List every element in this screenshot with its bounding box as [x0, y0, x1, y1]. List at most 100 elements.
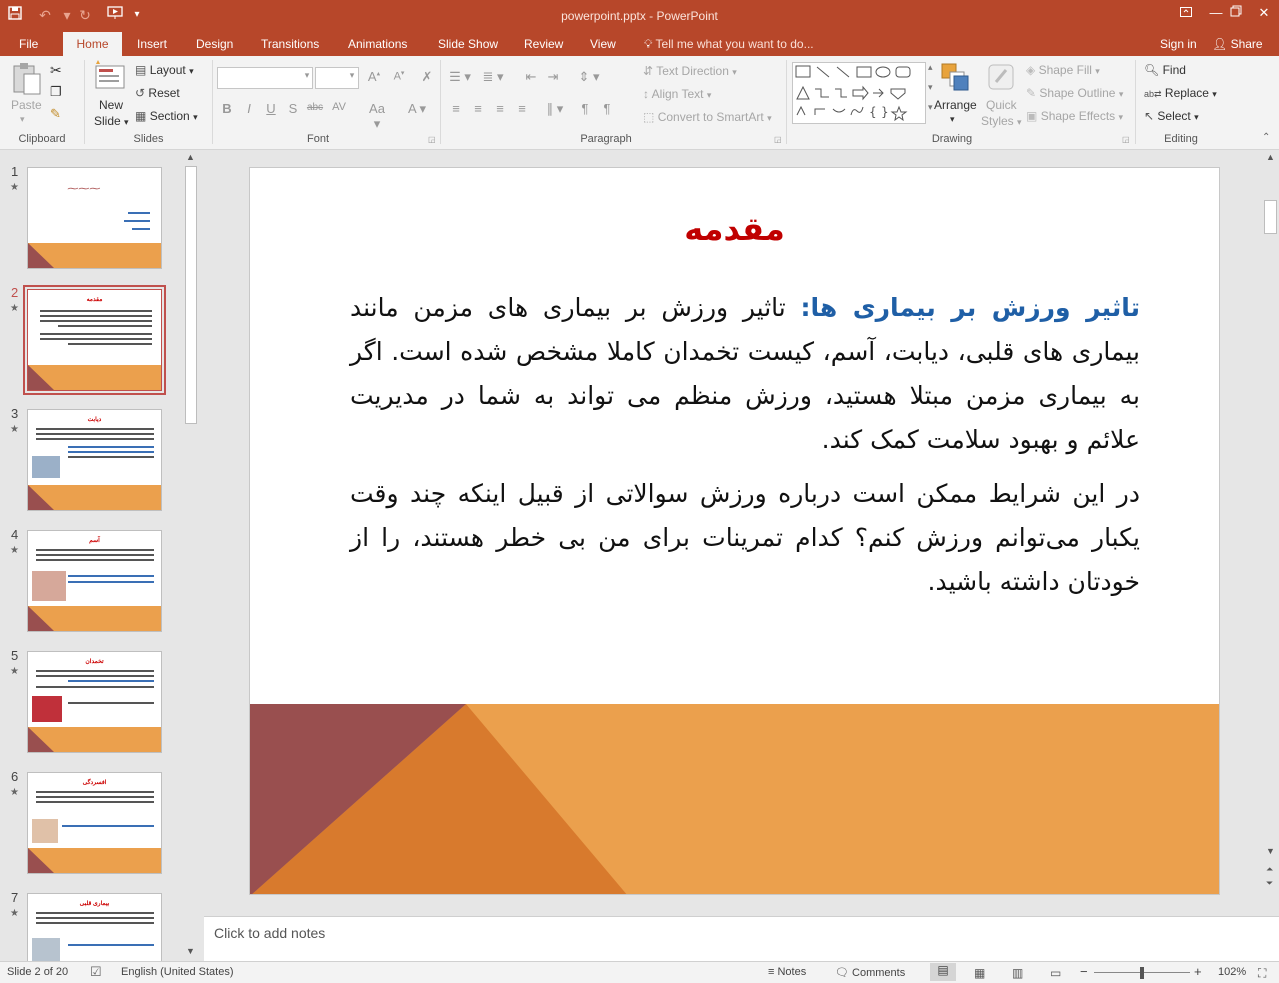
- slide-canvas[interactable]: مقدمه تاثیر ورزش بر بیماری ها: تاثیر ورز…: [249, 167, 1220, 895]
- thumbnail-scrollbar[interactable]: ▲ ▼: [183, 150, 199, 961]
- share-button[interactable]: 👤︎ Share: [1206, 32, 1263, 56]
- paste-dropdown-icon[interactable]: ▾: [20, 114, 25, 125]
- clear-formatting-icon[interactable]: ✗: [418, 69, 436, 85]
- format-painter-icon[interactable]: ✎: [50, 106, 61, 122]
- strikethrough-icon[interactable]: abc: [306, 102, 324, 113]
- cut-icon[interactable]: ✂: [50, 62, 62, 79]
- tell-me-search[interactable]: 💡︎ Tell me what you want to do...: [644, 32, 814, 56]
- collapse-ribbon-icon[interactable]: ⌃: [1262, 132, 1270, 143]
- notes-pane[interactable]: Click to add notes: [204, 916, 1279, 961]
- copy-icon[interactable]: ❐: [50, 84, 62, 100]
- scroll-up-icon[interactable]: ▲: [186, 152, 195, 162]
- ribbon-display-options-icon[interactable]: [1172, 2, 1200, 24]
- tab-home[interactable]: Home: [63, 32, 122, 56]
- numbering-icon[interactable]: ≣ ▾: [480, 69, 506, 85]
- fit-to-window-icon[interactable]: ⛶: [1258, 966, 1266, 981]
- slide-thumbnail-6[interactable]: افسردگی: [27, 772, 162, 874]
- close-icon[interactable]: ✕: [1250, 2, 1278, 24]
- align-left-icon[interactable]: ≡: [447, 101, 465, 116]
- arrange-dropdown-icon[interactable]: ▾: [950, 114, 955, 125]
- replace-button[interactable]: ab⇄ Replace ▾: [1144, 86, 1217, 100]
- text-direction-button[interactable]: ⇵ Text Direction ▾: [643, 64, 737, 78]
- shape-outline-button[interactable]: ✎ Shape Outline ▾: [1026, 86, 1123, 100]
- shape-fill-button[interactable]: ◈ Shape Fill ▾: [1026, 63, 1100, 77]
- shapes-gallery[interactable]: { }: [792, 62, 926, 124]
- font-size-dropdown-icon[interactable]: ▾: [343, 70, 361, 81]
- zoom-level[interactable]: 102%: [1218, 966, 1246, 978]
- slideshow-view-icon[interactable]: ▭: [1050, 966, 1061, 980]
- comments-toggle[interactable]: 🗨︎ Comments: [835, 966, 905, 979]
- ltr-icon[interactable]: ¶: [598, 101, 616, 116]
- scroll-up-icon[interactable]: ▲: [1266, 152, 1275, 162]
- slide-sorter-icon[interactable]: ▦: [974, 966, 985, 980]
- tab-view[interactable]: View: [580, 32, 626, 56]
- shape-effects-button[interactable]: ▣ Shape Effects ▾: [1026, 109, 1123, 123]
- find-button[interactable]: 🔍︎ Find: [1144, 63, 1186, 77]
- font-name-dropdown-icon[interactable]: ▾: [298, 70, 316, 81]
- justify-icon[interactable]: ≡: [513, 101, 531, 116]
- columns-icon[interactable]: ∥ ▾: [542, 101, 568, 117]
- slide-thumbnail-3[interactable]: دیابت: [27, 409, 162, 511]
- previous-slide-icon[interactable]: ⏶: [1266, 864, 1273, 875]
- arrange-icon[interactable]: [940, 62, 972, 94]
- slide-body-textbox[interactable]: تاثیر ورزش بر بیماری ها: تاثیر ورزش بر ب…: [350, 286, 1140, 614]
- new-slide-icon[interactable]: [94, 60, 126, 92]
- tab-transitions[interactable]: Transitions: [251, 32, 329, 56]
- tab-slideshow[interactable]: Slide Show: [428, 32, 508, 56]
- sign-in-link[interactable]: Sign in: [1160, 32, 1197, 56]
- bold-icon[interactable]: B: [218, 101, 236, 116]
- slide-thumbnail-2[interactable]: مقدمه: [23, 285, 166, 395]
- paste-icon[interactable]: [10, 62, 42, 95]
- rtl-icon[interactable]: ¶: [576, 101, 594, 116]
- reset-button[interactable]: ↺ Reset: [135, 86, 180, 100]
- layout-button[interactable]: ▤ Layout ▾: [135, 63, 194, 77]
- tab-insert[interactable]: Insert: [127, 32, 177, 56]
- zoom-slider-handle[interactable]: [1140, 967, 1144, 979]
- tab-review[interactable]: Review: [514, 32, 573, 56]
- language-indicator[interactable]: English (United States): [121, 966, 234, 978]
- align-text-button[interactable]: ↕ Align Text ▾: [643, 87, 711, 101]
- paragraph-dialog-launcher-icon[interactable]: ◲: [774, 135, 782, 144]
- scroll-thumb[interactable]: [1264, 200, 1277, 234]
- normal-view-icon[interactable]: ▤: [930, 963, 956, 981]
- shapes-more-icon[interactable]: ▾: [928, 102, 933, 113]
- notes-placeholder[interactable]: Click to add notes: [214, 925, 325, 941]
- change-case-icon[interactable]: Aa ▾: [364, 101, 390, 132]
- shapes-scroll-up-icon[interactable]: ▴: [928, 62, 933, 73]
- character-spacing-icon[interactable]: AV: [330, 101, 348, 113]
- increase-font-icon[interactable]: A▴: [365, 69, 383, 84]
- new-slide-label-2[interactable]: Slide ▾: [94, 114, 129, 128]
- section-button[interactable]: ▦ Section ▾: [135, 109, 198, 123]
- shapes-scroll-down-icon[interactable]: ▾: [928, 82, 933, 93]
- restore-icon[interactable]: [1222, 2, 1250, 24]
- next-slide-icon[interactable]: ⏷: [1266, 878, 1273, 889]
- decrease-indent-icon[interactable]: ⇤: [522, 69, 540, 85]
- notes-toggle[interactable]: ≡ Notes: [768, 966, 806, 978]
- zoom-in-icon[interactable]: +: [1194, 964, 1202, 979]
- shadow-icon[interactable]: S: [284, 101, 302, 116]
- slide-thumbnail-5[interactable]: تخمدان: [27, 651, 162, 753]
- tab-design[interactable]: Design: [186, 32, 243, 56]
- slide-thumbnail-4[interactable]: آسم: [27, 530, 162, 632]
- align-center-icon[interactable]: ≡: [469, 101, 487, 116]
- editor-scrollbar[interactable]: ▲ ▼ ⏶ ⏷: [1262, 150, 1279, 895]
- quick-styles-label-1[interactable]: Quick: [986, 98, 1017, 112]
- line-spacing-icon[interactable]: ⇕ ▾: [576, 69, 602, 85]
- font-dialog-launcher-icon[interactable]: ◲: [428, 135, 436, 144]
- tab-file[interactable]: File: [9, 32, 48, 56]
- increase-indent-icon[interactable]: ⇥: [544, 69, 562, 85]
- italic-icon[interactable]: I: [240, 101, 258, 116]
- arrange-button[interactable]: Arrange: [934, 98, 977, 112]
- quick-styles-icon[interactable]: [986, 62, 1018, 94]
- paste-button[interactable]: Paste: [11, 98, 42, 112]
- slide-thumbnail-7[interactable]: بیماری قلبی: [27, 893, 162, 961]
- scroll-down-icon[interactable]: ▼: [1266, 846, 1275, 856]
- select-button[interactable]: ↖ Select ▾: [1144, 109, 1199, 123]
- quick-styles-label-2[interactable]: Styles ▾: [981, 114, 1022, 128]
- convert-smartart-button[interactable]: ⬚ Convert to SmartArt ▾: [643, 110, 772, 124]
- zoom-out-icon[interactable]: −: [1080, 964, 1088, 979]
- spelling-check-icon[interactable]: ☑: [90, 964, 102, 980]
- font-color-icon[interactable]: A ▾: [404, 101, 430, 117]
- slide-title[interactable]: مقدمه: [250, 210, 1219, 248]
- underline-icon[interactable]: U: [262, 101, 280, 116]
